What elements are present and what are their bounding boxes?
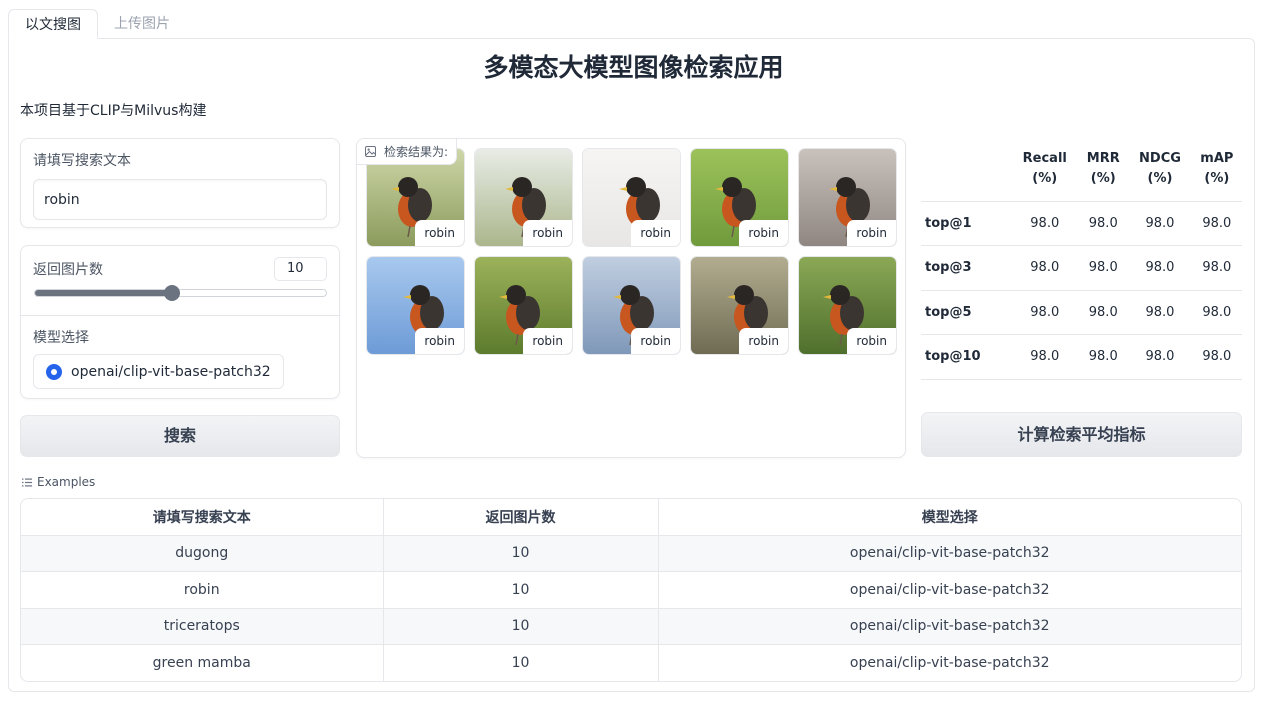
metrics-row: top@1 98.0 98.0 98.0 98.0 [921, 201, 1242, 246]
tab-text-search[interactable]: 以文搜图 [8, 9, 98, 39]
thumbnail-caption: robin [415, 328, 464, 354]
result-thumbnail[interactable]: robin [474, 148, 573, 247]
examples-header-model: 模型选择 [657, 499, 1241, 536]
examples-table: 请填写搜索文本 返回图片数 模型选择 dugong 10 openai/clip… [20, 498, 1242, 682]
page-title: 多模态大模型图像检索应用 [483, 53, 784, 82]
example-row[interactable]: dugong 10 openai/clip-vit-base-patch32 [21, 535, 1241, 572]
metric-value: 98.0 [1128, 290, 1192, 335]
image-count-row: 返回图片数 10 [33, 257, 327, 281]
result-thumbnail[interactable]: robin [582, 256, 681, 355]
examples-heading: Examples [22, 475, 95, 489]
page-subtitle: 本项目基于CLIP与Milvus构建 [20, 103, 207, 119]
example-count[interactable]: 10 [382, 644, 658, 681]
example-text[interactable]: dugong [21, 535, 383, 572]
metric-value: 98.0 [1011, 290, 1079, 335]
image-icon [365, 146, 376, 157]
metrics-row-label: top@1 [921, 201, 1012, 246]
example-model[interactable]: openai/clip-vit-base-patch32 [657, 535, 1241, 572]
metric-header-recall: Recall (%) [1011, 138, 1079, 202]
examples-header-text: 请填写搜索文本 [21, 499, 383, 536]
thumbnail-caption: robin [847, 328, 896, 354]
example-text[interactable]: robin [21, 571, 383, 609]
tab-upload-image[interactable]: 上传图片 [98, 9, 186, 39]
result-thumbnail[interactable]: robin [582, 148, 681, 247]
metrics-row: top@3 98.0 98.0 98.0 98.0 [921, 245, 1242, 291]
search-input[interactable] [33, 179, 327, 220]
metric-value: 98.0 [1078, 201, 1129, 246]
metric-value: 98.0 [1128, 201, 1192, 246]
metrics-corner [921, 138, 1012, 202]
gallery-label: 检索结果为: [357, 139, 458, 165]
image-count-input[interactable]: 10 [274, 257, 327, 281]
example-row[interactable]: triceratops 10 openai/clip-vit-base-patc… [21, 608, 1241, 645]
metric-header-mrr: MRR (%) [1078, 138, 1129, 202]
image-count-slider[interactable] [34, 285, 327, 301]
model-option-label: openai/clip-vit-base-patch32 [71, 363, 271, 380]
thumbnail-caption: robin [847, 220, 896, 246]
example-count[interactable]: 10 [382, 535, 658, 572]
image-count-label: 返回图片数 [33, 262, 103, 278]
metric-value: 98.0 [1128, 245, 1192, 291]
metrics-row: top@5 98.0 98.0 98.0 98.0 [921, 290, 1242, 335]
metric-value: 98.0 [1191, 245, 1242, 291]
example-model[interactable]: openai/clip-vit-base-patch32 [657, 571, 1241, 609]
metric-value: 98.0 [1078, 245, 1129, 291]
metric-value: 98.0 [1011, 201, 1079, 246]
metric-value: 98.0 [1191, 201, 1242, 246]
thumbnail-caption: robin [523, 328, 572, 354]
example-text[interactable]: green mamba [21, 645, 383, 682]
result-gallery: 检索结果为: robin robin robin robin robin robin rob… [356, 138, 906, 458]
result-thumbnail[interactable]: robin [366, 256, 465, 355]
model-radio-option[interactable]: openai/clip-vit-base-patch32 [33, 354, 284, 389]
result-thumbnail[interactable]: robin [690, 256, 789, 355]
radio-selected-icon [46, 363, 62, 380]
metric-value: 98.0 [1191, 334, 1242, 380]
example-row[interactable]: green mamba 10 openai/clip-vit-base-patc… [21, 644, 1241, 682]
metrics-row-label: top@3 [921, 245, 1012, 291]
example-model[interactable]: openai/clip-vit-base-patch32 [657, 608, 1241, 645]
metric-header-ndcg: NDCG (%) [1128, 138, 1192, 202]
result-thumbnail[interactable]: robin [474, 256, 573, 355]
metric-value: 98.0 [1011, 334, 1079, 380]
example-text[interactable]: triceratops [21, 608, 383, 645]
calculate-metrics-button[interactable]: 计算检索平均指标 [921, 412, 1242, 457]
search-text-block: 请填写搜索文本 [20, 138, 340, 228]
divider [21, 315, 339, 316]
metrics-row: top@10 98.0 98.0 98.0 98.0 [921, 334, 1242, 380]
thumbnail-caption: robin [631, 328, 680, 354]
example-model[interactable]: openai/clip-vit-base-patch32 [657, 644, 1241, 681]
thumbnail-caption: robin [739, 220, 788, 246]
examples-header-count: 返回图片数 [382, 499, 658, 536]
settings-block: 返回图片数 10 模型选择 openai/clip-vit-base-patch… [20, 245, 340, 399]
metric-value: 98.0 [1078, 334, 1129, 380]
thumbnail-caption: robin [415, 220, 464, 246]
list-icon [22, 478, 32, 486]
tab-bar: 以文搜图 上传图片 [8, 9, 186, 39]
model-select-label: 模型选择 [33, 330, 89, 346]
metrics-row-label: top@10 [921, 334, 1012, 380]
metric-header-map: mAP (%) [1191, 138, 1242, 202]
examples-title: Examples [37, 475, 96, 489]
metrics-table: Recall (%) MRR (%) NDCG (%) mAP (%) top@1 98… [921, 138, 1242, 380]
slider-fill [35, 290, 172, 296]
thumbnail-caption: robin [523, 220, 572, 246]
result-thumbnail[interactable]: robin [798, 256, 897, 355]
slider-thumb[interactable] [163, 285, 180, 301]
example-row[interactable]: robin 10 openai/clip-vit-base-patch32 [21, 571, 1241, 609]
result-thumbnail[interactable]: robin [690, 148, 789, 247]
example-count[interactable]: 10 [382, 571, 658, 609]
gallery-label-text: 检索结果为: [384, 145, 449, 159]
metric-value: 98.0 [1128, 334, 1192, 380]
search-button[interactable]: 搜索 [20, 415, 340, 457]
search-text-label: 请填写搜索文本 [33, 153, 131, 169]
metrics-row-label: top@5 [921, 290, 1012, 335]
metric-value: 98.0 [1078, 290, 1129, 335]
example-count[interactable]: 10 [382, 608, 658, 645]
metric-value: 98.0 [1191, 290, 1242, 335]
metric-value: 98.0 [1011, 245, 1079, 291]
thumbnail-caption: robin [631, 220, 680, 246]
thumbnail-caption: robin [739, 328, 788, 354]
result-thumbnail[interactable]: robin [798, 148, 897, 247]
